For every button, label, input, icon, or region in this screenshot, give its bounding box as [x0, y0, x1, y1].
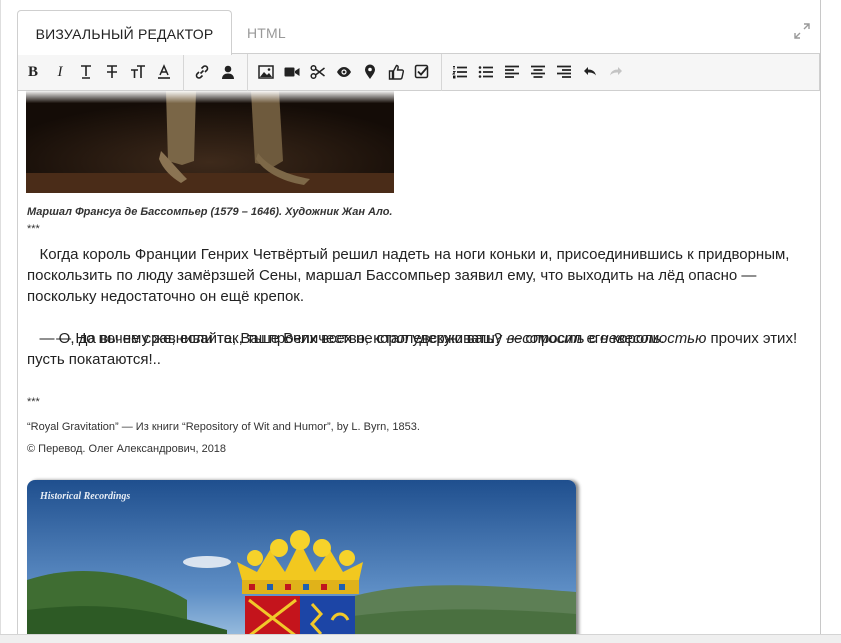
- like-icon[interactable]: [387, 63, 405, 81]
- source-note: “Royal Gravitation” — Из книги “Reposito…: [27, 421, 420, 433]
- align-center-icon[interactable]: [529, 63, 547, 81]
- page-margin: [821, 0, 841, 642]
- emphasis-weight: весомость: [506, 330, 585, 347]
- toolbar-separator: [247, 54, 248, 91]
- paragraph-1: Когда король Франции Генрих Четвёртый ре…: [27, 246, 794, 305]
- font-size-icon[interactable]: [129, 63, 147, 81]
- separator-stars: ***: [27, 396, 40, 408]
- link-icon[interactable]: [193, 63, 211, 81]
- bold-icon[interactable]: B: [24, 63, 42, 81]
- video-icon[interactable]: [283, 63, 301, 81]
- tab-visual-editor[interactable]: ВИЗУАЛЬНЫЙ РЕДАКТОР: [17, 10, 232, 55]
- video-thumbnail[interactable]: Historical Recordings: [27, 480, 576, 634]
- toolbar-separator: [183, 54, 184, 91]
- font-color-icon[interactable]: [155, 63, 173, 81]
- separator-stars: ***: [27, 223, 40, 235]
- portrait-image: [26, 91, 394, 193]
- eye-icon[interactable]: [335, 63, 353, 81]
- toolbar-separator: [441, 54, 442, 91]
- copyright-note: © Перевод. Олег Александрович, 2018: [27, 443, 227, 455]
- editor-tabs: ВИЗУАЛЬНЫЙ РЕДАКТОР HTML: [17, 10, 820, 55]
- video-title-overlay: Historical Recordings: [40, 491, 131, 502]
- image-icon[interactable]: [257, 63, 275, 81]
- align-left-icon[interactable]: [503, 63, 521, 81]
- tab-html[interactable]: HTML: [247, 10, 286, 53]
- bold-label: B: [27, 63, 38, 80]
- undo-icon[interactable]: [581, 63, 599, 81]
- ordered-list-icon[interactable]: [451, 63, 469, 81]
- strikethrough-icon[interactable]: [103, 63, 121, 81]
- cut-icon[interactable]: [309, 63, 327, 81]
- image-caption: Маршал Франсуа де Бассомпьер (1579 – 164…: [27, 206, 393, 218]
- redo-icon[interactable]: [607, 63, 625, 81]
- emphasis-weightlessness: невесомостью: [600, 330, 707, 347]
- italic-label: I: [57, 63, 63, 80]
- paragraph-3-mid: с: [584, 330, 601, 347]
- user-icon[interactable]: [219, 63, 237, 81]
- location-pin-icon[interactable]: [361, 63, 379, 81]
- align-right-icon[interactable]: [555, 63, 573, 81]
- unordered-list-icon[interactable]: [477, 63, 495, 81]
- italic-icon[interactable]: I: [51, 63, 69, 81]
- editor-content[interactable]: Маршал Франсуа де Бассомпьер (1579 – 164…: [17, 91, 821, 634]
- paragraph-3: — О, да вы не сравнивайте, Ваше Величест…: [27, 328, 817, 370]
- left-border: [0, 0, 1, 642]
- editor-toolbar: B I: [17, 53, 820, 91]
- expand-icon[interactable]: [793, 22, 811, 40]
- underline-icon[interactable]: [77, 63, 95, 81]
- paragraph-3-start: — О, да вы не сравнивайте, Ваше Величест…: [27, 330, 507, 347]
- right-border: [820, 0, 821, 642]
- checkbox-icon[interactable]: [413, 63, 431, 81]
